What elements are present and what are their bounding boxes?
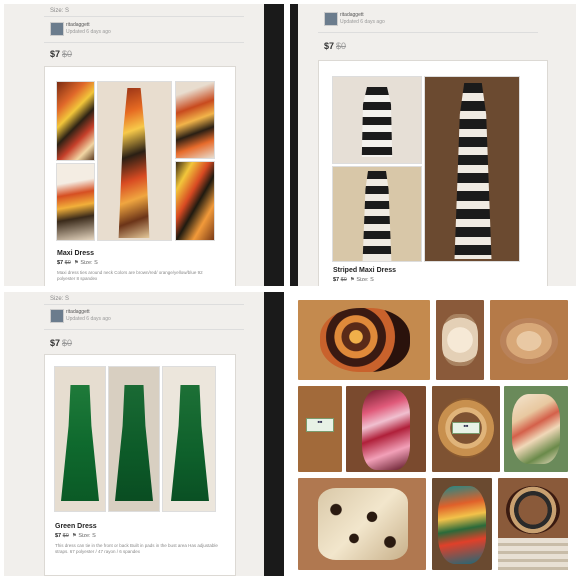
panel-maxi-dress: Size: S ritadaggett Updated 6 days ago $… [4,4,284,286]
avatar[interactable] [50,22,64,36]
tag-icon: ⚑ [349,277,355,283]
striped-dress [362,171,392,261]
username[interactable]: ritadaggett [340,12,364,19]
divider [44,42,244,43]
listing-photo[interactable] [333,77,421,163]
multi-bangle [506,486,560,534]
username[interactable]: ritadaggett [66,22,90,29]
updated-text: Updated 6 days ago [66,29,111,35]
bangle-photo[interactable] [504,386,568,472]
listing-photo[interactable] [57,164,94,240]
bangle-photo[interactable]: ■■ [432,386,500,472]
original-price: $0 [336,41,347,51]
listing-photo[interactable] [109,367,159,511]
glitter-bangle [442,314,478,366]
listing-description: This dress can tie in the front or back … [55,543,218,554]
updated-text: Updated 6 days ago [66,316,111,322]
listing-title[interactable]: Maxi Dress [57,250,94,257]
panel-green-dress: Size: S ritadaggett Updated 6 days ago $… [4,292,284,576]
divider [318,32,538,33]
listing-description: Maxi dress ties around neck Colors are b… [57,270,203,281]
price: $7 $0 [324,41,347,51]
monitor-bezel [264,4,284,286]
listing-photo[interactable] [55,367,105,511]
green-dress [115,385,153,501]
divider [44,16,244,17]
price-sticker: ■■ [452,422,480,434]
gold-bangle [500,318,558,364]
dress-shape [118,88,150,238]
panel-bangles-collage: ■■ ■■ [290,292,576,576]
avatar[interactable] [50,309,64,323]
price: $7 $0 [50,49,73,59]
bangle-photo[interactable] [436,300,484,380]
listing-card: Striped Maxi Dress $7 $0 ⚑ Size: S [318,60,548,286]
stairs [498,538,568,570]
bangle-photo[interactable] [346,386,426,472]
listing-photo[interactable] [333,167,421,261]
listing-meta: $7 $0 ⚑ Size: S [57,260,98,266]
price-sticker: ■■ [306,418,334,432]
green-dress [61,385,99,501]
listing-photo-main[interactable] [425,77,519,261]
tropical-bangle [438,486,486,564]
listing-photo[interactable] [176,162,214,240]
avatar[interactable] [324,12,338,26]
monitor-bezel [264,292,284,576]
listing-meta: $7 $0 ⚑ Size: S [55,533,96,539]
striped-dress-main [454,83,492,259]
listing-meta: $7 $0 ⚑ Size: S [333,277,374,283]
bangle-photo[interactable] [298,478,426,570]
tag-icon: ⚑ [71,533,77,539]
striped-top [361,87,393,157]
original-price: $0 [62,338,73,348]
listing-title[interactable]: Striped Maxi Dress [333,267,396,274]
paisley-bangle [362,390,410,470]
panel-striped-maxi-dress: ritadaggett Updated 6 days ago $7 $0 Stri… [290,4,576,286]
tag-icon: ⚑ [73,260,79,266]
listing-photo-main[interactable] [98,82,171,240]
size-label: Size: S [50,8,70,14]
price: $7 $0 [50,338,73,348]
bangle-photo[interactable] [298,300,430,380]
bangle-photo[interactable]: ■■ [298,386,342,472]
bangle-photo[interactable] [498,478,568,570]
listing-card: Green Dress $7 $0 ⚑ Size: S This dress c… [44,354,236,576]
listing-photo[interactable] [57,82,94,160]
bangle-photo[interactable] [490,300,568,380]
swirl-bangle [320,308,410,372]
updated-text: Updated 6 days ago [340,19,385,25]
listing-photo[interactable] [163,367,215,511]
bangle-photo[interactable] [432,478,492,570]
divider [44,329,244,330]
listing-card: Maxi Dress $7 $0 ⚑ Size: S Maxi dress ti… [44,66,236,286]
monitor-bezel [290,4,298,286]
divider [44,304,244,305]
leopard-bangle [318,488,408,560]
floral-bangle [512,394,560,464]
green-dress [171,385,209,501]
username[interactable]: ritadaggett [66,309,90,316]
size-label: Size: S [50,296,70,302]
listing-title[interactable]: Green Dress [55,523,97,530]
listing-photo[interactable] [176,82,214,158]
original-price: $0 [62,49,73,59]
